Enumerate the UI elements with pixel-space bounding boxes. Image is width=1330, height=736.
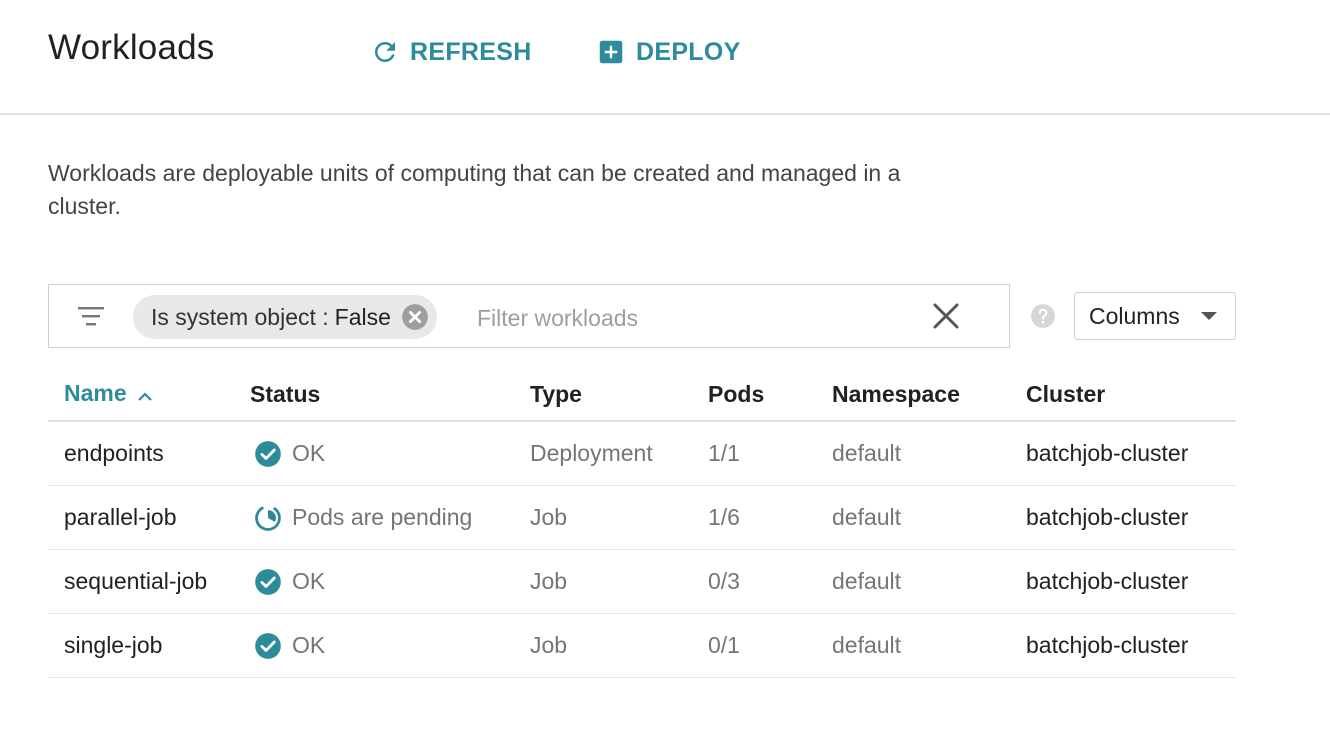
table-row[interactable]: endpoints OK Deployment 1/1 default batc… (48, 421, 1236, 486)
workloads-table: Name Status Type Pods Namespace Cluster … (48, 368, 1236, 678)
workload-cluster: batchjob-cluster (1026, 485, 1236, 550)
workload-cluster: batchjob-cluster (1026, 613, 1236, 678)
table-header-row: Name Status Type Pods Namespace Cluster (48, 368, 1236, 422)
workload-pods: 1/6 (708, 485, 832, 550)
workload-name[interactable]: endpoints (48, 421, 250, 486)
workload-name[interactable]: parallel-job (48, 485, 250, 550)
table-row[interactable]: sequential-job OK Job 0/3 default batchj… (48, 549, 1236, 614)
page-header: Workloads REFRESH DEPLOY (0, 0, 1330, 115)
column-header-type[interactable]: Type (530, 368, 708, 422)
filter-chip-label: Is system object : (151, 303, 329, 330)
table-row[interactable]: parallel-job Pods are pending Job 1/6 de… (48, 485, 1236, 550)
filter-chip[interactable]: Is system object : False (133, 295, 437, 339)
column-header-status[interactable]: Status (250, 368, 530, 422)
workload-name[interactable]: single-job (48, 613, 250, 678)
workload-link[interactable]: endpoints (64, 440, 164, 466)
workload-link[interactable]: parallel-job (64, 504, 177, 530)
check-circle-icon (254, 568, 282, 596)
status-text: Pods are pending (292, 504, 473, 530)
column-header-name-label: Name (64, 379, 127, 406)
workload-type: Job (530, 613, 708, 678)
workload-type: Job (530, 485, 708, 550)
workload-status: Pods are pending (250, 485, 530, 550)
column-header-pods-label: Pods (708, 380, 765, 407)
column-header-namespace-label: Namespace (832, 380, 960, 407)
workload-namespace: default (832, 549, 1026, 614)
page-description: Workloads are deployable units of comput… (48, 160, 901, 219)
workload-namespace: default (832, 421, 1026, 486)
workload-type: Job (530, 549, 708, 614)
filter-input[interactable] (475, 299, 899, 337)
deploy-button[interactable]: DEPLOY (596, 34, 741, 70)
column-header-name[interactable]: Name (48, 368, 250, 422)
clear-filter-icon[interactable] (931, 301, 961, 331)
pending-icon (254, 504, 282, 532)
workload-namespace: default (832, 485, 1026, 550)
workload-cluster: batchjob-cluster (1026, 549, 1236, 614)
chevron-down-icon (1201, 312, 1217, 320)
column-header-cluster[interactable]: Cluster (1026, 368, 1236, 422)
column-header-pods[interactable]: Pods (708, 368, 832, 422)
workload-status: OK (250, 421, 530, 486)
workload-pods: 0/3 (708, 549, 832, 614)
sort-ascending-icon (137, 381, 153, 408)
column-header-namespace[interactable]: Namespace (832, 368, 1026, 422)
status-text: OK (292, 568, 326, 594)
help-icon[interactable] (1030, 303, 1056, 329)
workload-link[interactable]: single-job (64, 632, 162, 658)
status-text: OK (292, 440, 326, 466)
refresh-button[interactable]: REFRESH (370, 34, 532, 70)
workload-type: Deployment (530, 421, 708, 486)
column-header-cluster-label: Cluster (1026, 380, 1106, 407)
status-text: OK (292, 632, 326, 658)
workload-pods: 1/1 (708, 421, 832, 486)
workload-status: OK (250, 613, 530, 678)
workload-name[interactable]: sequential-job (48, 549, 250, 614)
workload-status: OK (250, 549, 530, 614)
page-title: Workloads (48, 28, 215, 67)
filter-list-icon[interactable] (77, 303, 105, 329)
columns-label: Columns (1089, 302, 1180, 329)
check-circle-icon (254, 440, 282, 468)
check-circle-icon (254, 632, 282, 660)
add-box-icon (596, 37, 626, 67)
column-header-status-label: Status (250, 380, 321, 407)
workload-pods: 0/1 (708, 613, 832, 678)
filter-chip-value: False (334, 303, 391, 330)
workload-cluster: batchjob-cluster (1026, 421, 1236, 486)
table-row[interactable]: single-job OK Job 0/1 default batchjob-c… (48, 613, 1236, 678)
columns-dropdown[interactable]: Columns (1074, 292, 1236, 340)
workload-link[interactable]: sequential-job (64, 568, 207, 594)
remove-chip-icon[interactable] (401, 303, 429, 331)
filter-bar: Is system object : False (48, 284, 1010, 348)
workload-namespace: default (832, 613, 1026, 678)
column-header-type-label: Type (530, 380, 582, 407)
refresh-icon (370, 37, 400, 67)
refresh-label: REFRESH (410, 37, 532, 66)
deploy-label: DEPLOY (636, 37, 741, 66)
